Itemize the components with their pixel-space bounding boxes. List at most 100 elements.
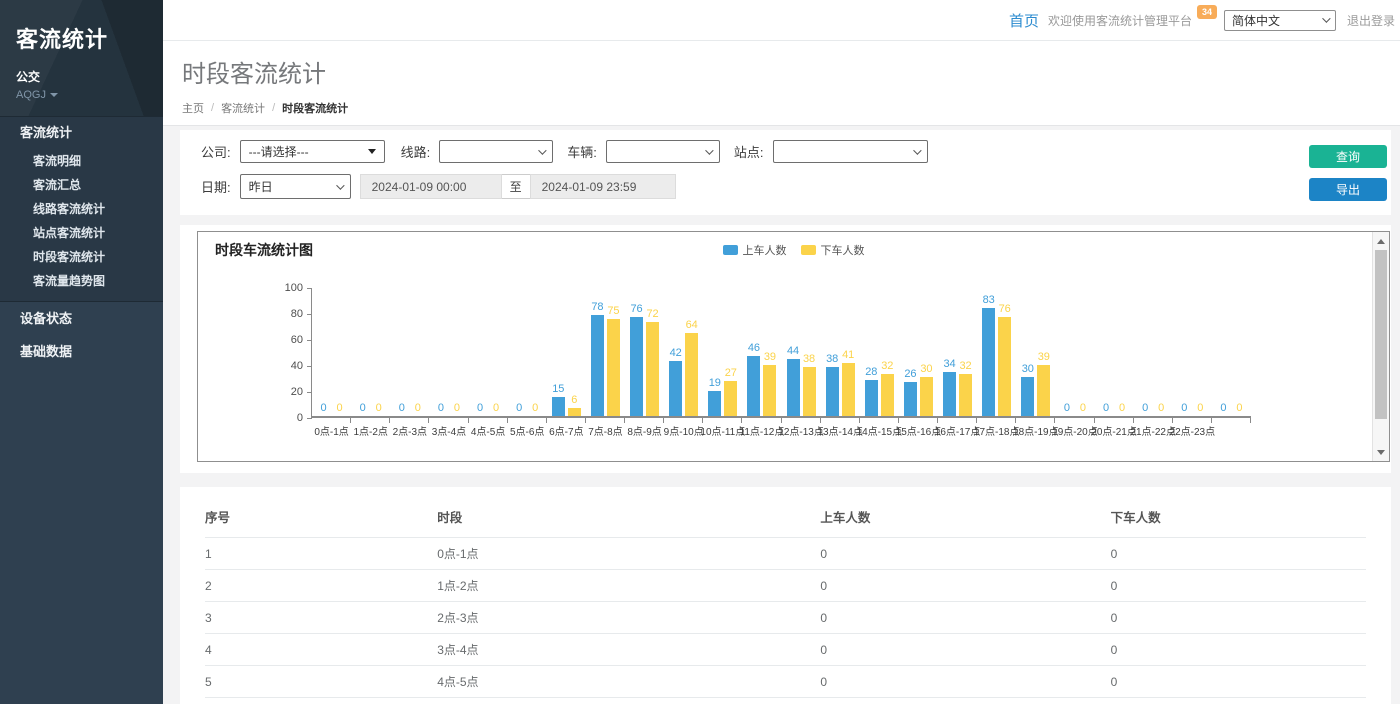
bar-上车人数: 42 [669,361,682,416]
bar-pair: 3039 [1016,288,1055,416]
bar-pair: 00 [508,288,547,416]
date-preset-select[interactable]: 昨日 [240,174,351,199]
bar-上车人数: 30 [1021,377,1034,416]
bar-chart: 000点-1点001点-2点002点-3点003点-4点004点-5点005点-… [311,288,1251,418]
bar-pair: 4639 [742,288,781,416]
logout-link[interactable]: 退出登录 [1347,12,1395,29]
legend-swatch-icon [723,245,738,255]
user-menu[interactable]: AQGJ [16,89,147,101]
bar-value-label: 0 [1158,402,1164,414]
station-select[interactable] [773,140,928,163]
legend-item-0[interactable]: 上车人数 [723,242,787,258]
y-axis-tick-mark [307,418,312,419]
bar-上车人数: 44 [787,359,800,416]
sidebar-subitem-0[interactable]: 客流明细 [0,149,163,173]
bar-value-label: 0 [532,402,538,414]
scroll-down-icon [1377,450,1385,455]
bar-value-label: 0 [1064,402,1070,414]
bar-value-label: 0 [376,402,382,414]
legend-label: 下车人数 [821,242,865,258]
bar-上车人数: 26 [904,382,917,416]
bar-value-label: 0 [1080,402,1086,414]
search-button[interactable]: 查询 [1309,145,1387,168]
table-cell: 3点-4点 [437,634,820,666]
home-link[interactable]: 首页 [1009,10,1039,31]
x-axis-label: 1点-2点 [353,423,387,438]
bar-value-label: 64 [686,319,698,331]
line-select[interactable] [439,140,553,163]
chevron-down-icon [336,181,344,189]
table-cell: 0 [1111,634,1366,666]
scrollbar-thumb[interactable] [1375,250,1387,419]
bar-pair: 00 [390,288,429,416]
y-axis-tick-mark [307,340,312,341]
date-end-input[interactable]: 2024-01-09 23:59 [530,174,676,199]
bar-value-label: 0 [321,402,327,414]
x-axis-label: 9点-10点 [664,423,704,438]
company-select[interactable]: ---请选择--- [240,140,385,163]
sidebar-subitem-2[interactable]: 线路客流统计 [0,197,163,221]
bar-value-label: 44 [787,345,799,357]
chart-category: 1566点-7点 [547,288,586,416]
scroll-up-button[interactable] [1373,233,1389,249]
bar-pair: 3841 [821,288,860,416]
breadcrumb-item-0[interactable]: 主页 [182,100,204,116]
breadcrumb-item-1[interactable]: 客流统计 [221,100,265,116]
x-axis-label: 7点-8点 [588,423,622,438]
chart-scrollbar[interactable] [1372,232,1389,461]
page-title: 时段客流统计 [182,54,1400,89]
table-cell: 0 [1111,666,1366,698]
app-title: 客流统计 [16,22,147,54]
language-select[interactable]: 简体中文 [1224,10,1336,31]
legend-item-1[interactable]: 下车人数 [801,242,865,258]
table-cell: 4点-5点 [437,666,820,698]
bar-value-label: 0 [399,402,405,414]
header-alighting: 下车人数 [1111,499,1366,538]
bar-value-label: 26 [904,368,916,380]
bar-下车人数: 39 [1037,365,1050,416]
bar-value-label: 46 [748,342,760,354]
chart-category: 384113点-14点 [821,288,860,416]
bar-pair: 00 [1212,288,1251,416]
bar-value-label: 0 [1181,402,1187,414]
bar-pair: 1927 [703,288,742,416]
sidebar-item-device-status[interactable]: 设备状态 [0,302,163,335]
bar-value-label: 28 [865,366,877,378]
bar-下车人数: 75 [607,319,620,417]
bar-value-label: 30 [920,363,932,375]
bar-上车人数: 76 [630,317,643,416]
scroll-down-button[interactable] [1373,444,1389,460]
vehicle-select[interactable] [606,140,720,163]
sidebar-subitem-3[interactable]: 站点客流统计 [0,221,163,245]
export-button[interactable]: 导出 [1309,178,1387,201]
table-cell: 0 [1111,570,1366,602]
sidebar-item-base-data[interactable]: 基础数据 [0,335,163,368]
bar-value-label: 38 [803,353,815,365]
y-axis-tick-mark [307,288,312,289]
sidebar-item-passenger-stats[interactable]: 客流统计 [0,117,163,149]
bar-value-label: 76 [999,303,1011,315]
table-cell: 5 [205,666,437,698]
bar-pair: 7672 [625,288,664,416]
header-index: 序号 [205,499,437,538]
bar-pair: 2630 [899,288,938,416]
bar-value-label: 0 [415,402,421,414]
date-start-input[interactable]: 2024-01-09 00:00 [360,174,502,199]
bar-value-label: 34 [943,358,955,370]
sidebar-subitem-1[interactable]: 客流汇总 [0,173,163,197]
bar-value-label: 0 [477,402,483,414]
sidebar-subitem-5[interactable]: 客流量趋势图 [0,269,163,293]
table-row: 21点-2点00 [205,570,1366,602]
table-cell: 0 [820,634,1110,666]
y-axis-tick-mark [307,366,312,367]
bar-pair: 00 [429,288,468,416]
stats-table: 序号 时段 上车人数 下车人数 10点-1点0021点-2点0032点-3点00… [205,499,1366,704]
bar-上车人数: 34 [943,372,956,416]
sidebar-subitem-4[interactable]: 时段客流统计 [0,245,163,269]
breadcrumb-item-2: 时段客流统计 [282,100,348,116]
vehicle-label: 车辆: [567,142,597,161]
bar-pair: 00 [469,288,508,416]
date-label: 日期: [201,177,231,196]
notification-badge[interactable]: 34 [1197,5,1217,19]
y-axis-tick-label: 0 [271,412,303,424]
